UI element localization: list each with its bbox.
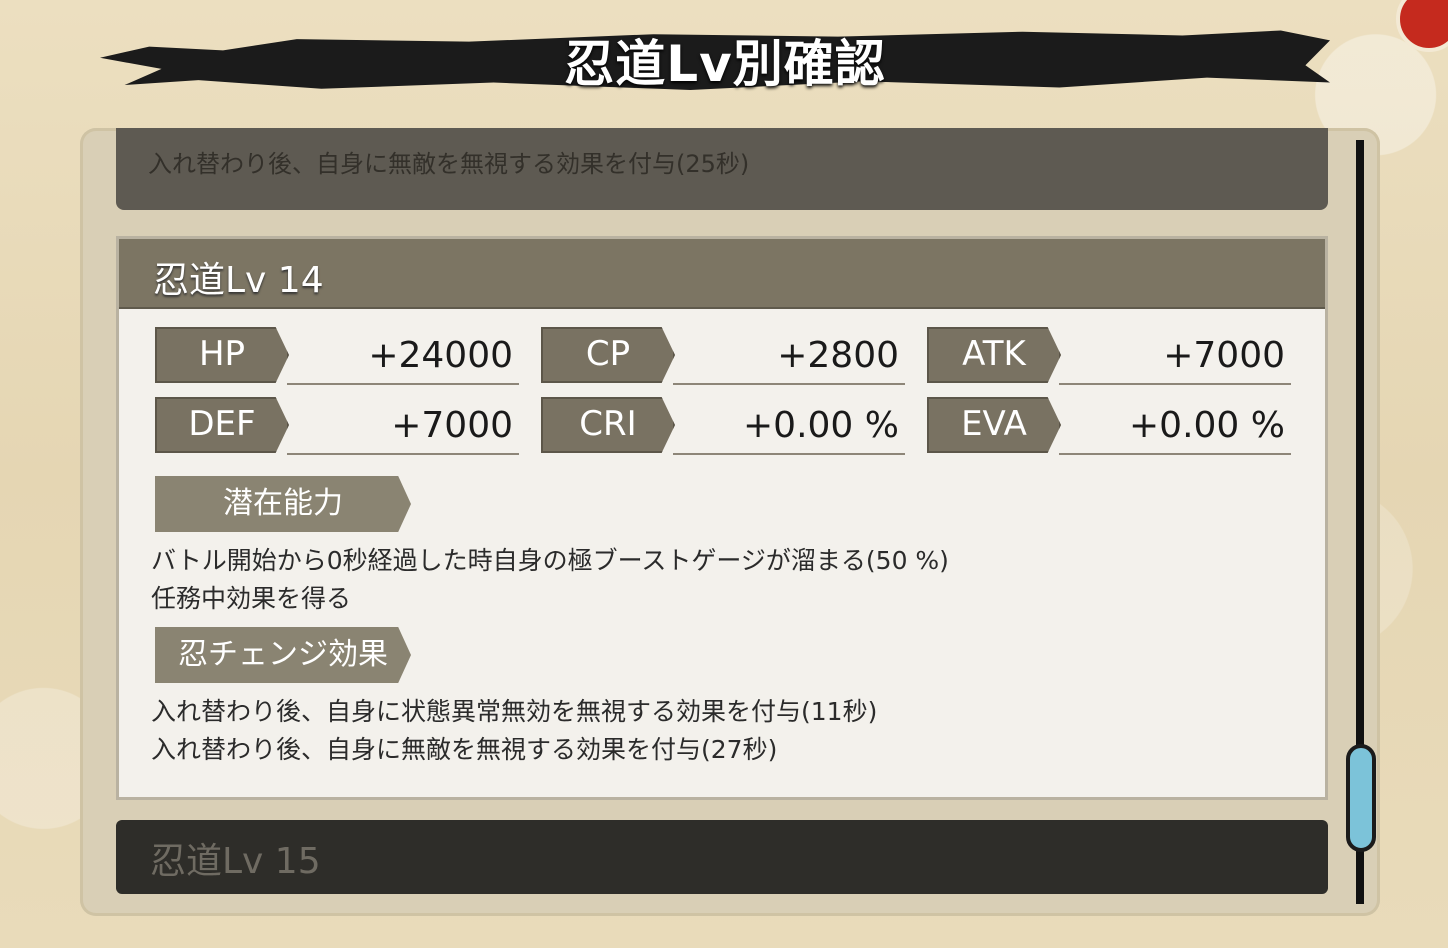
stat-name-tag: EVA — [927, 397, 1061, 453]
stat-name-tag: CP — [541, 327, 675, 383]
potential-line: 任務中効果を得る — [151, 584, 352, 613]
change-effect-line: 入れ替わり後、自身に無敵を無視する効果を付与(27秒) — [151, 735, 778, 764]
change-effect-line: 入れ替わり後、自身に無敵を無視する効果を付与(25秒) — [148, 150, 750, 178]
stat-cp: CP +2800 — [541, 327, 905, 385]
potential-line: バトル開始から0秒経過した時自身の極ブーストゲージが溜まる(50 %) — [151, 546, 949, 575]
scrollbar-thumb[interactable] — [1346, 744, 1376, 852]
stat-def: DEF +7000 — [155, 397, 519, 455]
stat-underline — [287, 383, 519, 385]
stat-name-tag: CRI — [541, 397, 675, 453]
level-label: 忍道Lv 14 — [153, 260, 324, 301]
stat-name-tag: ATK — [927, 327, 1061, 383]
level-card-current: 忍道Lv 14 HP +24000 CP +2800 ATK +7000 DEF… — [116, 236, 1328, 800]
level-card-next: 忍道Lv 15 — [116, 820, 1328, 894]
shinobi-change-tag: 忍チェンジ効果 — [155, 627, 411, 683]
level-card-previous: 入れ替わり後、自身に無敵を無視する効果を付与(25秒) — [116, 128, 1328, 210]
stat-value: +24000 — [368, 335, 513, 376]
stat-value: +2800 — [777, 335, 899, 376]
stat-name-tag: DEF — [155, 397, 289, 453]
stat-value: +7000 — [1163, 335, 1285, 376]
stat-atk: ATK +7000 — [927, 327, 1291, 385]
level-card-header: 忍道Lv 14 — [119, 239, 1325, 309]
level-label: 忍道Lv 15 — [150, 841, 321, 882]
stat-name-tag: HP — [155, 327, 289, 383]
stat-value: +0.00 % — [1129, 405, 1285, 446]
change-effect-line: 入れ替わり後、自身に状態異常無効を無視する効果を付与(11秒) — [151, 697, 878, 726]
title-bar: 忍道Lv別確認 — [60, 10, 1390, 102]
stat-cri: CRI +0.00 % — [541, 397, 905, 455]
page-title: 忍道Lv別確認 — [564, 35, 886, 93]
stat-underline — [673, 453, 905, 455]
stat-value: +7000 — [391, 405, 513, 446]
stat-eva: EVA +0.00 % — [927, 397, 1291, 455]
potential-ability-tag: 潜在能力 — [155, 476, 411, 532]
stat-underline — [287, 453, 519, 455]
stat-underline — [673, 383, 905, 385]
stat-underline — [1059, 453, 1291, 455]
stat-underline — [1059, 383, 1291, 385]
stat-value: +0.00 % — [743, 405, 899, 446]
stat-hp: HP +24000 — [155, 327, 519, 385]
level-list[interactable]: 入れ替わり後、自身に無敵を無視する効果を付与(25秒) 忍道Lv 14 HP +… — [116, 128, 1328, 914]
